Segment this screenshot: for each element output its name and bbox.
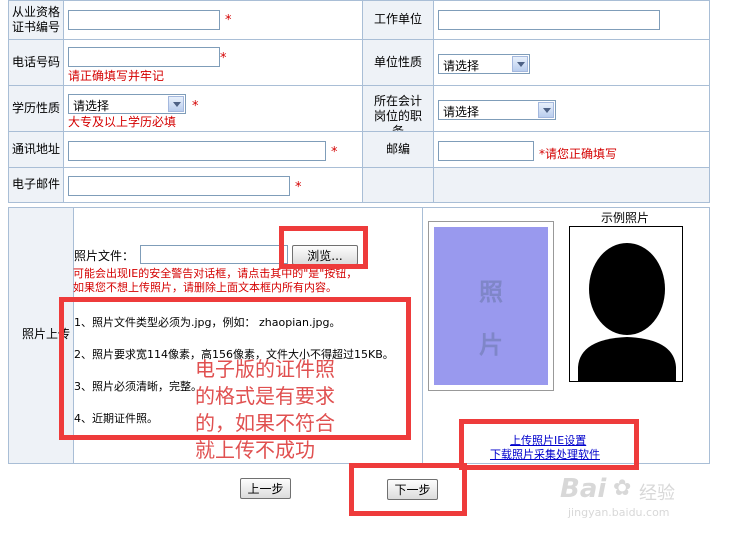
email-label: 电子邮件: [11, 177, 60, 191]
photo-warning-line2: 如果您不想上传照片，请删除上面文本框内所有内容。: [73, 281, 337, 294]
phone-input[interactable]: [68, 47, 220, 67]
phone-label: 电话号码: [11, 55, 60, 69]
label-cell-phone: 电话号码: [8, 39, 64, 86]
position-select-value: 请选择: [443, 105, 480, 119]
paw-icon: ✿: [613, 476, 632, 501]
label-cell-address: 通讯地址: [8, 131, 64, 168]
value-cell-email: *: [63, 167, 363, 203]
next-step-button[interactable]: 下一步: [387, 479, 438, 500]
required-mark: *: [192, 99, 199, 114]
employer-input[interactable]: [438, 10, 660, 30]
photo-placeholder-text-2: 片: [479, 331, 503, 359]
download-software-link[interactable]: 下载照片采集处理软件: [490, 446, 600, 462]
position-select[interactable]: 请选择: [438, 100, 556, 120]
label-cell-education: 学历性质: [8, 85, 64, 132]
prev-step-button[interactable]: 上一步: [240, 478, 291, 499]
annotation-line-2: 的格式是有要求: [195, 384, 335, 408]
annotation-text: 电子版的证件照 的格式是有要求 的，如果不符合 就上传不成功: [195, 356, 335, 464]
zipcode-label: 邮编: [385, 142, 410, 156]
chevron-down-icon[interactable]: [538, 102, 554, 118]
label-cell-employer: 工作单位: [362, 0, 434, 40]
cert-number-input[interactable]: [68, 10, 220, 30]
photo-section-label: 照片上传: [22, 327, 71, 341]
required-mark: *: [331, 145, 338, 160]
education-select[interactable]: 请选择: [68, 94, 186, 114]
value-cell-zipcode: *请您正确填写: [433, 131, 710, 168]
required-mark: *: [220, 51, 227, 66]
value-cell-phone: * 请正确填写并牢记: [63, 39, 363, 86]
zipcode-hint: *请您正确填写: [539, 147, 618, 161]
employer-label: 工作单位: [373, 12, 422, 26]
label-cell-email: 电子邮件: [8, 167, 64, 203]
education-select-value: 请选择: [73, 99, 110, 113]
employer-type-label: 单位性质: [373, 55, 422, 69]
annotation-line-1: 电子版的证件照: [195, 357, 335, 381]
sample-photo: [569, 226, 683, 382]
photo-file-label: 照片文件：: [74, 249, 135, 263]
chevron-down-icon[interactable]: [512, 56, 528, 72]
label-cell-position: 所在会计岗位的职务: [362, 85, 434, 138]
photo-note-4: 4、近期证件照。: [74, 412, 158, 425]
label-cell-employer-type: 单位性质: [362, 39, 434, 86]
value-cell-employer-type: 请选择: [433, 39, 710, 86]
annotation-line-3: 的，如果不符合: [195, 411, 335, 435]
value-cell-address: *: [63, 131, 363, 168]
photo-placeholder-text-1: 照: [479, 278, 503, 306]
photo-section-label-cell: 照片上传: [8, 207, 74, 464]
cert-number-label: 从业资格证书编号: [11, 5, 60, 34]
address-input[interactable]: [68, 141, 326, 161]
watermark-brand: Bai: [560, 474, 607, 504]
required-mark: *: [225, 13, 232, 28]
value-cell-education: 请选择 * 大专及以上学历必填: [63, 85, 363, 132]
empty-label-cell: [362, 167, 434, 203]
address-label: 通讯地址: [11, 142, 60, 156]
value-cell-position: 请选择: [433, 85, 710, 132]
photo-note-3: 3、照片必须清晰，完整。: [74, 380, 202, 393]
required-mark: *: [295, 180, 302, 195]
watermark: Bai ✿ 经验 jingyan.baidu.com: [560, 474, 720, 524]
education-hint: 大专及以上学历必填: [68, 115, 177, 129]
photo-placeholder: 照 片: [434, 227, 548, 385]
value-cell-employer: [433, 0, 710, 40]
empty-value-cell: [433, 167, 710, 203]
sample-photo-title: 示例照片: [601, 211, 650, 225]
annotation-line-4: 就上传不成功: [195, 438, 315, 462]
photo-preview-cell: 照 片 示例照片 上传照片IE设置 下载照片采集处理软件: [422, 207, 710, 464]
zipcode-input[interactable]: [438, 141, 534, 161]
label-cell-zipcode: 邮编: [362, 131, 434, 168]
employer-type-select-value: 请选择: [443, 59, 480, 73]
photo-placeholder-frame: 照 片: [428, 221, 554, 391]
watermark-url: jingyan.baidu.com: [568, 506, 670, 519]
value-cell-cert-number: *: [63, 0, 363, 40]
person-silhouette-icon: [578, 243, 676, 381]
chevron-down-icon[interactable]: [168, 96, 184, 112]
label-cell-cert-number: 从业资格证书编号: [8, 0, 64, 40]
photo-note-1: 1、照片文件类型必须为.jpg，例如： zhaopian.jpg。: [74, 316, 341, 329]
browse-button[interactable]: 浏览...: [292, 245, 358, 265]
photo-file-input[interactable]: [140, 245, 288, 264]
education-label: 学历性质: [11, 101, 60, 115]
employer-type-select[interactable]: 请选择: [438, 54, 530, 74]
phone-hint: 请正确填写并牢记: [68, 69, 165, 83]
email-input[interactable]: [68, 176, 290, 196]
watermark-suffix: 经验: [639, 483, 675, 504]
